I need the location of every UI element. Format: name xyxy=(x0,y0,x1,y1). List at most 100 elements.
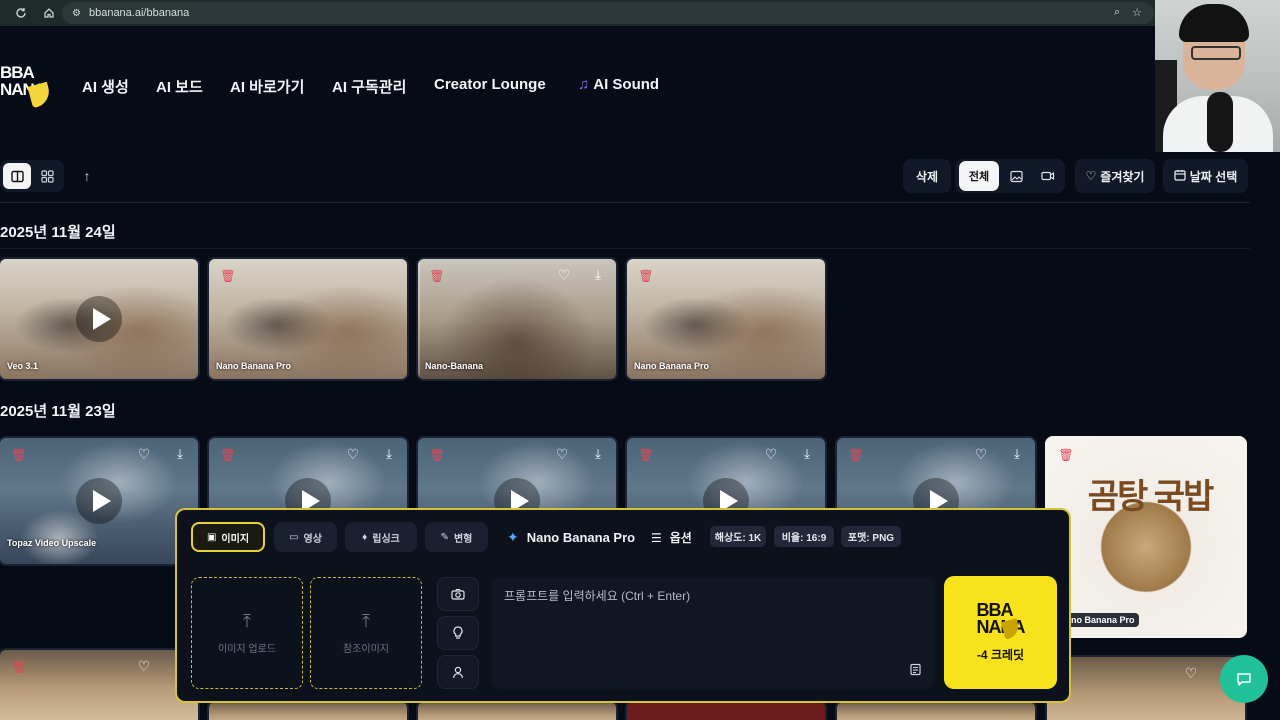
media-filter-group: 전체 xyxy=(955,159,1065,193)
date-divider xyxy=(0,248,1250,249)
media-card[interactable]: 🗑 Nano Banana Pro xyxy=(207,257,409,381)
prompt-template-icon[interactable] xyxy=(909,663,922,679)
delete-button[interactable]: 삭제 xyxy=(903,159,951,193)
calendar-icon xyxy=(1174,169,1186,184)
heart-icon[interactable]: ♡ xyxy=(345,446,361,462)
grid-view-icon[interactable] xyxy=(33,163,61,189)
generate-button[interactable]: BBA NANA -4 크레딧 xyxy=(944,576,1057,689)
download-icon[interactable]: ⤓ xyxy=(590,267,606,283)
trash-icon[interactable]: 🗑 xyxy=(220,448,235,462)
tab-transform[interactable]: ✎ 변형 xyxy=(425,522,488,552)
trash-icon[interactable]: 🗑 xyxy=(429,448,444,462)
prompt-input[interactable]: 프롬프트를 입력하세요 (Ctrl + Enter) xyxy=(492,577,934,689)
thumbnail xyxy=(1047,657,1245,720)
trash-icon[interactable]: 🗑 xyxy=(429,269,444,283)
generate-logo: BBA NANA xyxy=(977,601,1026,640)
person-icon[interactable] xyxy=(437,655,479,689)
site-settings-icon[interactable]: ⚙ xyxy=(72,8,81,19)
zoom-icon[interactable]: ⌕ xyxy=(1114,6,1120,19)
video-icon: ▭ xyxy=(289,531,299,543)
play-icon[interactable] xyxy=(76,296,122,342)
trash-icon[interactable]: 🗑 xyxy=(11,660,26,674)
tab-video[interactable]: ▭ 영상 xyxy=(274,522,337,552)
prompt-panel: ▣ 이미지 ▭ 영상 ♦ 립싱크 ✎ 변형 ✦ Nano Banana Pro ☰ 옵션… xyxy=(175,508,1071,703)
image-text: 곰탕 국밥 xyxy=(1087,478,1215,516)
download-icon[interactable]: ⤓ xyxy=(799,446,815,462)
trash-icon[interactable]: 🗑 xyxy=(638,448,653,462)
date-select-label: 날짜 선택 xyxy=(1189,169,1238,184)
address-bar[interactable]: ⚙ bbanana.ai/bbanana ⌕ ☆ xyxy=(62,2,1154,24)
trash-icon[interactable]: 🗑 xyxy=(11,448,26,462)
chat-icon[interactable] xyxy=(1220,655,1268,703)
site-logo[interactable]: BBA NANA xyxy=(0,64,54,109)
music-note-icon: ♫ xyxy=(578,76,590,93)
media-card[interactable] xyxy=(416,700,618,720)
media-card[interactable]: 곰탕 국밥 🗑 no Banana Pro xyxy=(1045,436,1247,638)
sparkle-icon: ✦ xyxy=(507,529,519,545)
nav-creator-lounge[interactable]: Creator Lounge xyxy=(434,76,546,93)
credit-cost: -4 크레딧 xyxy=(976,648,1025,662)
nav-ai-subscription[interactable]: AI 구독관리 xyxy=(332,76,406,97)
model-label: Nano Banana Pro xyxy=(526,530,636,545)
ratio-chip[interactable]: 비율: 16:9 xyxy=(774,526,834,547)
home-icon[interactable] xyxy=(42,6,56,20)
bookmark-star-icon[interactable]: ☆ xyxy=(1132,6,1142,19)
media-card[interactable] xyxy=(207,700,409,720)
tab-image[interactable]: ▣ 이미지 xyxy=(191,522,265,552)
heart-icon[interactable]: ♡ xyxy=(973,446,989,462)
nav-ai-sound-label: AI Sound xyxy=(593,76,660,93)
media-card[interactable] xyxy=(835,700,1037,720)
camera-icon[interactable] xyxy=(437,577,479,611)
media-card[interactable]: 🗑 ♡ ⤓ Nano-Banana xyxy=(416,257,618,381)
upload-icon: ⤒ xyxy=(243,611,251,631)
browser-toolbar: ⚙ bbanana.ai/bbanana ⌕ ☆ xyxy=(0,0,1155,26)
trash-icon[interactable]: 🗑 xyxy=(220,269,235,283)
options-button[interactable]: ☰ 옵션 xyxy=(651,529,692,546)
media-card[interactable]: 🗑 ♡ ⤓ Topaz Video Upscale xyxy=(0,436,200,566)
favorites-button[interactable]: ♡ 즐겨찾기 xyxy=(1075,159,1155,193)
sliders-icon: ☰ xyxy=(651,530,662,545)
heart-icon[interactable]: ♡ xyxy=(136,446,152,462)
media-card[interactable]: 🗑 Nano Banana Pro xyxy=(625,257,827,381)
lightbulb-icon[interactable] xyxy=(437,616,479,650)
heart-icon[interactable]: ♡ xyxy=(763,446,779,462)
heart-icon[interactable]: ♡ xyxy=(554,446,570,462)
reload-icon[interactable] xyxy=(14,6,28,20)
sort-up-icon[interactable]: ↑ xyxy=(76,163,98,189)
media-card[interactable]: Veo 3.1 xyxy=(0,257,200,381)
image-upload-dropzone[interactable]: ⤒ 이미지 업로드 xyxy=(191,577,303,689)
download-icon[interactable]: ⤓ xyxy=(381,446,397,462)
model-selector[interactable]: ✦ Nano Banana Pro xyxy=(507,529,635,546)
nav-ai-generate[interactable]: AI 생성 xyxy=(82,76,129,97)
nav-ai-board[interactable]: AI 보드 xyxy=(156,76,203,97)
prompt-placeholder: 프롬프트를 입력하세요 (Ctrl + Enter) xyxy=(504,589,691,603)
download-icon[interactable]: ⤓ xyxy=(1009,446,1025,462)
media-card[interactable] xyxy=(625,700,827,720)
trash-icon[interactable]: 🗑 xyxy=(638,269,653,283)
heart-icon[interactable]: ♡ xyxy=(556,267,572,283)
trash-icon[interactable]: 🗑 xyxy=(1058,448,1073,462)
heart-icon[interactable]: ♡ xyxy=(136,658,152,674)
filter-all-button[interactable]: 전체 xyxy=(959,161,999,191)
trash-icon[interactable]: 🗑 xyxy=(848,448,863,462)
download-icon[interactable]: ⤓ xyxy=(172,446,188,462)
filter-image-icon[interactable] xyxy=(1006,166,1026,186)
filter-video-icon[interactable] xyxy=(1038,166,1058,186)
heart-icon: ♡ xyxy=(1085,169,1097,183)
image-icon: ▣ xyxy=(206,531,217,543)
nav-ai-shortcut[interactable]: AI 바로가기 xyxy=(230,76,304,97)
play-icon[interactable] xyxy=(76,478,122,524)
media-card[interactable]: 🗑 ♡ xyxy=(0,648,200,720)
reference-image-dropzone[interactable]: ⤒ 참조이미지 xyxy=(310,577,422,689)
date-select-button[interactable]: 날짜 선택 xyxy=(1163,159,1248,193)
download-icon[interactable]: ⤓ xyxy=(590,446,606,462)
split-view-icon[interactable] xyxy=(3,163,31,189)
model-tag: Nano Banana Pro xyxy=(216,361,292,371)
nav-ai-sound[interactable]: ♫ AI Sound xyxy=(578,76,659,93)
thumbnail xyxy=(837,702,1035,720)
format-chip[interactable]: 포맷: PNG xyxy=(841,526,901,547)
tab-lipsync[interactable]: ♦ 립싱크 xyxy=(345,522,417,552)
resolution-chip[interactable]: 해상도: 1K xyxy=(710,526,766,547)
heart-icon[interactable]: ♡ xyxy=(1183,665,1199,681)
media-card[interactable]: ♡ xyxy=(1045,655,1247,720)
